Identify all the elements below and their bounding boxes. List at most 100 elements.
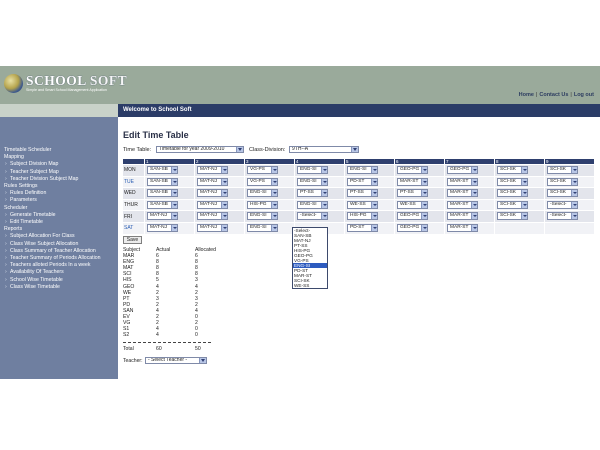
period-select[interactable]: SAN-SB bbox=[147, 166, 178, 174]
period-select[interactable]: ENG-SI bbox=[347, 166, 378, 174]
sidebar-item-class-wise-subject-allocation[interactable]: Class Wise Subject Allocation bbox=[5, 241, 78, 248]
period-cell: SCI-SK bbox=[494, 175, 545, 189]
sidebar-item-timetable-scheduler[interactable]: Timetable Scheduler bbox=[4, 147, 51, 154]
sidebar-item-reports[interactable]: Reports bbox=[4, 226, 22, 233]
period-select[interactable]: GEO-PG bbox=[397, 223, 428, 232]
sidebar-item-teacher-subject-map[interactable]: Teacher Subject Map bbox=[5, 169, 59, 176]
chevron-down-icon bbox=[471, 224, 477, 231]
period-select[interactable]: SCI-SK bbox=[547, 189, 578, 198]
period-dropdown-list[interactable]: -Select- SAN-SB MAT-NJ PT-SS HIS-PG GEO-PG VG-… bbox=[292, 227, 328, 289]
period-select[interactable]: MAR-ST bbox=[447, 212, 478, 221]
sidebar-item-rules-settings[interactable]: Rules Settings bbox=[4, 183, 37, 190]
period-select[interactable]: ENG-SI bbox=[247, 223, 278, 232]
period-select-value: PT-SS bbox=[400, 190, 414, 196]
period-select[interactable]: SCI-SK bbox=[497, 212, 528, 221]
period-select[interactable]: HIS-PG bbox=[247, 200, 278, 209]
period-select[interactable]: SCI-SK bbox=[547, 166, 578, 174]
period-select[interactable]: MAT-NJ bbox=[147, 223, 178, 232]
period-select[interactable]: MAR-ST bbox=[447, 200, 478, 209]
teacher-label: Teacher: bbox=[123, 357, 143, 364]
period-select[interactable]: SCI-SK bbox=[497, 177, 528, 186]
logout-link[interactable]: Log out bbox=[574, 92, 594, 98]
period-select[interactable]: MAT-NJ bbox=[197, 177, 228, 186]
period-select[interactable]: PD-ST bbox=[347, 177, 378, 186]
period-select[interactable]: MAR-ST bbox=[397, 177, 428, 186]
period-select-value: MAT-NJ bbox=[200, 224, 217, 230]
chevron-down-icon bbox=[221, 190, 227, 197]
period-select[interactable]: WE-SS bbox=[397, 200, 428, 209]
sidebar-item-edit-timetable[interactable]: Edit Timetable bbox=[5, 219, 43, 226]
period-select-value: MAT-NJ bbox=[200, 190, 217, 196]
period-select[interactable]: SCI-SK bbox=[497, 200, 528, 209]
sidebar-item-school-wise-timetable[interactable]: School Wise Timetable bbox=[5, 277, 63, 284]
logo-tagline: Simple and Smart School Management Appli… bbox=[26, 88, 107, 92]
sidebar-item-subject-allocation-for-class[interactable]: Subject Allocation For Class bbox=[5, 233, 75, 240]
sidebar-item-subject-division-map[interactable]: Subject Division Map bbox=[5, 161, 59, 168]
sidebar-item-teacher-division-subject-map[interactable]: Teacher Division Subject Map bbox=[5, 176, 78, 183]
home-link[interactable]: Home bbox=[519, 92, 534, 98]
period-select[interactable]: SAN-SB bbox=[147, 200, 178, 209]
period-select[interactable]: GEO-PG bbox=[397, 212, 428, 221]
period-select[interactable]: PT-SS bbox=[397, 189, 428, 198]
period-select[interactable]: MAT-NJ bbox=[197, 200, 228, 209]
period-select[interactable]: -Select- bbox=[297, 212, 328, 221]
summary-cell: 50 bbox=[195, 346, 201, 353]
sidebar-item-availability-of-teachers[interactable]: Availability Of Teachers bbox=[5, 269, 64, 276]
period-select[interactable]: SAN-SB bbox=[147, 189, 178, 198]
chevron-down-icon bbox=[371, 167, 377, 173]
page-title: Edit Time Table bbox=[123, 130, 189, 140]
chevron-down-icon bbox=[271, 201, 277, 208]
period-select[interactable]: ENG-SI bbox=[247, 189, 278, 198]
period-select[interactable]: PT-SS bbox=[347, 189, 378, 198]
contact-us-link[interactable]: Contact Us bbox=[539, 92, 568, 98]
period-cell: WE-SS bbox=[394, 198, 445, 212]
period-select[interactable]: PD-ST bbox=[347, 223, 378, 232]
school-soft-logo[interactable]: SCHOOL SOFT Simple and Smart School Mana… bbox=[4, 73, 127, 99]
period-select[interactable]: MAT-NJ bbox=[197, 212, 228, 221]
sidebar-item-rules-definition[interactable]: Rules Definition bbox=[5, 190, 46, 197]
period-cell: ENG-SI bbox=[294, 164, 345, 177]
dropdown-option[interactable]: WE-SS bbox=[293, 283, 327, 288]
sidebar-item-class-wise-timetable[interactable]: Class Wise Timetable bbox=[5, 284, 60, 291]
period-select[interactable]: MAR-ST bbox=[447, 223, 478, 232]
period-select[interactable]: MAT-NJ bbox=[197, 189, 228, 198]
period-select[interactable]: -Select- bbox=[547, 200, 578, 209]
period-select[interactable]: VG-PS bbox=[247, 177, 278, 186]
sidebar-item-scheduler[interactable]: Scheduler bbox=[4, 205, 27, 212]
period-select[interactable]: ENG-SI bbox=[297, 177, 328, 186]
period-select[interactable]: ENG-SI bbox=[247, 212, 278, 221]
period-cell: SAN-SB bbox=[144, 187, 195, 200]
period-select[interactable]: MAR-ST bbox=[447, 177, 478, 186]
teacher-select[interactable]: - Select Teacher - bbox=[145, 356, 207, 364]
period-select-value: PD-ST bbox=[350, 178, 365, 184]
sidebar-item-class-summary-of-teacher-allocation[interactable]: Class Summary of Teacher Allocation bbox=[5, 248, 96, 255]
period-select[interactable]: -Select- bbox=[547, 212, 578, 221]
period-select[interactable]: MAT-NJ bbox=[197, 223, 228, 232]
period-select[interactable]: MAT-NJ bbox=[197, 166, 228, 174]
period-select[interactable]: MAR-ST bbox=[447, 189, 478, 198]
sidebar-item-teachers-alloted-periods-in-a-week[interactable]: Teachers alloted Periods In a week bbox=[5, 262, 90, 269]
period-select[interactable]: VG-PS bbox=[247, 166, 278, 174]
save-button[interactable]: Save bbox=[123, 236, 142, 244]
period-select[interactable]: MAT-NJ bbox=[147, 212, 178, 221]
period-select-value: MAT-NJ bbox=[200, 178, 217, 184]
period-select[interactable]: WE-SS bbox=[347, 200, 378, 209]
period-select[interactable]: PT-SS bbox=[297, 189, 328, 198]
period-select[interactable]: SAN-SB bbox=[147, 177, 178, 186]
period-select[interactable]: GEO-PG bbox=[447, 166, 478, 174]
period-select[interactable]: ENG-SI bbox=[297, 200, 328, 209]
period-select[interactable]: GEO-PG bbox=[397, 166, 428, 174]
period-select[interactable]: ENG-SI bbox=[297, 166, 328, 174]
summary-cell: 4 bbox=[156, 332, 159, 339]
sidebar-item-generate-timetable[interactable]: Generate Timetable bbox=[5, 212, 56, 219]
class-division-select[interactable]: 9TH--A bbox=[289, 146, 359, 153]
timetable-select[interactable]: Timetable for year 2009-2010 bbox=[156, 146, 244, 153]
period-select[interactable]: SCI-SK bbox=[497, 189, 528, 198]
period-select[interactable]: HIS-PG bbox=[347, 212, 378, 221]
period-select[interactable]: SCI-SK bbox=[547, 177, 578, 186]
sidebar-item-teacher-summary-of-periods-allocation[interactable]: Teacher Summary of Periods Allocation bbox=[5, 255, 101, 262]
period-select[interactable]: SCI-SK bbox=[497, 166, 528, 174]
sidebar-item-mapping[interactable]: Mapping bbox=[4, 154, 24, 161]
period-cell: ENG-SI bbox=[244, 210, 295, 223]
sidebar-item-parameters[interactable]: Parameters bbox=[5, 197, 37, 204]
